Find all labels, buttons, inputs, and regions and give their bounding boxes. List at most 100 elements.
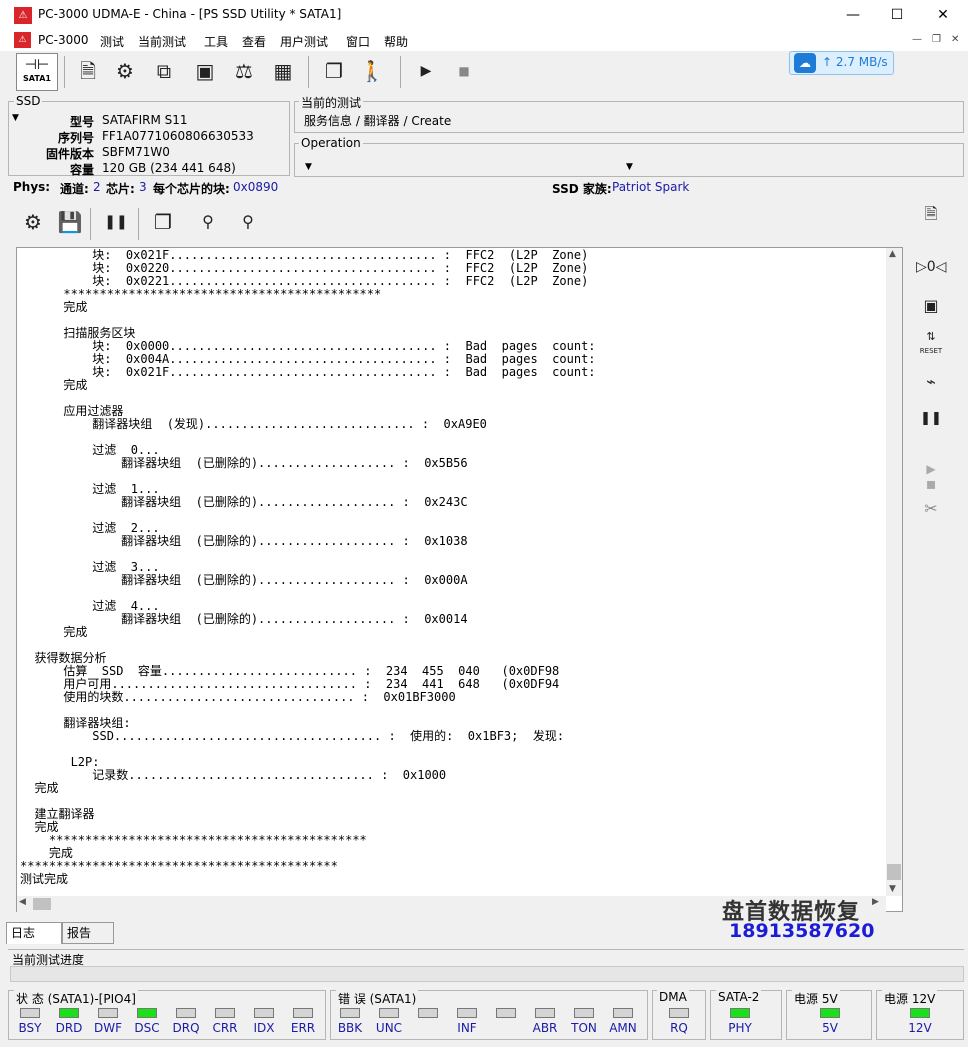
status-led	[496, 1008, 516, 1018]
status-led	[457, 1008, 477, 1018]
scroll-down-icon[interactable]: ▼	[889, 884, 896, 894]
log-line: 块: 0x021F...............................…	[20, 365, 596, 379]
window-title: PC-3000 UDMA-E - China - [PS SSD Utility…	[38, 7, 342, 21]
scroll-right-icon[interactable]: ▶	[872, 897, 879, 907]
status-led	[20, 1008, 40, 1018]
scroll-thumb[interactable]	[887, 864, 901, 880]
log-line: 完成	[20, 625, 88, 639]
log-line: 完成	[20, 781, 59, 795]
drive-id-icon[interactable]: 🗎	[72, 54, 104, 88]
tools-icon[interactable]: ✂	[916, 495, 946, 523]
status-led-label: AMN	[609, 1021, 637, 1035]
toolbar-separator	[64, 56, 65, 88]
status-led-label: DRQ	[172, 1021, 200, 1035]
hscroll-thumb[interactable]	[33, 898, 51, 910]
status-led-label: BSY	[18, 1021, 42, 1035]
scales-icon[interactable]: ⚖	[228, 54, 260, 88]
status-led	[613, 1008, 633, 1018]
menu-test[interactable]: 测试	[100, 33, 124, 50]
mdi-restore-button[interactable]: ❐	[932, 34, 941, 45]
menu-pc3000[interactable]: PC-3000	[38, 33, 88, 47]
maximize-button[interactable]: ☐	[874, 3, 920, 27]
right-pause-icon[interactable]: ❚❚	[916, 405, 946, 433]
status-led	[215, 1008, 235, 1018]
capacity-value: 120 GB (234 441 648)	[102, 161, 236, 175]
log-line: 翻译器块组 (已删除的)................... : 0x1038	[20, 534, 468, 548]
chip-settings-icon[interactable]: ⚙	[109, 54, 141, 88]
status-led-label: BBK	[337, 1021, 363, 1035]
menu-app-icon[interactable]: ⚠	[14, 32, 31, 48]
play-icon[interactable]: ▶	[410, 54, 442, 88]
binoculars-icon[interactable]: ⚲	[192, 205, 224, 239]
log-line: 完成	[20, 300, 88, 314]
ssd-family-label: SSD 家族:	[552, 182, 612, 196]
chip-copy-icon[interactable]: ⧉	[148, 54, 180, 88]
serial-value: FF1A0771060806630533	[102, 129, 254, 143]
status-led	[340, 1008, 360, 1018]
scroll-up-icon[interactable]: ▲	[889, 249, 896, 259]
operation-dropdown-right-icon[interactable]: ▼	[626, 162, 633, 172]
scroll-left-icon[interactable]: ◀	[19, 897, 26, 907]
menu-user-test[interactable]: 用户测试	[280, 33, 328, 50]
grid-table-icon[interactable]: ▦	[267, 54, 299, 88]
chip-map-icon[interactable]: ▣	[189, 54, 221, 88]
current-test-title: 当前的测试	[299, 94, 364, 111]
log-line: 翻译器块组 (发现)............................. …	[20, 417, 487, 431]
power-12v-led	[910, 1008, 930, 1018]
pause-icon[interactable]: ❚❚	[100, 205, 132, 239]
copy-windows-icon[interactable]: ❐	[318, 54, 350, 88]
run-person-icon[interactable]: 🚶	[356, 54, 388, 88]
ssd-family-value: Patriot Spark	[612, 180, 690, 194]
serial-label: 序列号	[57, 131, 94, 145]
status-led	[418, 1008, 438, 1018]
minimize-button[interactable]: —	[830, 3, 876, 27]
binoculars-next-icon[interactable]: ⚲	[232, 205, 264, 239]
vertical-scrollbar[interactable]: ▲ ▼	[886, 248, 902, 896]
log-line: SSD.....................................…	[20, 729, 565, 743]
status-group-title: 状 态 (SATA1)-[PIO4]	[14, 990, 138, 1007]
sata2-group-title: SATA-2	[716, 990, 762, 1004]
menu-window[interactable]: 窗口	[346, 33, 370, 50]
menu-current-test[interactable]: 当前测试	[138, 33, 186, 50]
status-led-label: DRD	[55, 1021, 83, 1035]
menu-help[interactable]: 帮助	[384, 33, 408, 50]
config-gear-icon[interactable]: ⚙	[17, 205, 49, 239]
watermark-phone: 18913587620	[729, 920, 875, 942]
model-label: 型号	[69, 115, 94, 129]
status-led-label: DWF	[93, 1021, 122, 1035]
log-line: 翻译器块组 (已删除的)................... : 0x000A	[20, 573, 468, 587]
firmware-value: SBFM71W0	[102, 145, 170, 159]
power-5v-led	[820, 1008, 840, 1018]
id-card-icon[interactable]: 🗎	[916, 200, 946, 228]
mdi-minimize-button[interactable]: —	[912, 34, 922, 45]
menu-tools[interactable]: 工具	[204, 33, 228, 50]
status-led	[59, 1008, 79, 1018]
status-led	[535, 1008, 555, 1018]
dma-group-title: DMA	[657, 990, 689, 1004]
cloud-icon: ☁	[794, 53, 816, 73]
status-led-label: UNC	[375, 1021, 403, 1035]
close-button[interactable]: ✕	[920, 3, 966, 27]
pc3000-icon[interactable]: ⚠	[14, 7, 32, 24]
menu-view[interactable]: 查看	[242, 33, 266, 50]
power-signal-icon[interactable]: ▷0◁	[916, 253, 946, 281]
tab-report[interactable]: 报告	[62, 922, 114, 944]
chip-icon[interactable]: ▪	[916, 470, 946, 498]
log-line: 记录数.................................. : …	[20, 768, 447, 782]
status-led-label: TON	[571, 1021, 597, 1035]
copy-icon[interactable]: ❐	[147, 205, 179, 239]
progress-bar	[10, 966, 964, 982]
stop-icon[interactable]: ■	[448, 54, 480, 88]
save-drive-icon[interactable]: 💾	[54, 205, 86, 239]
status-led-label: INF	[457, 1021, 477, 1035]
probe-icon[interactable]: ⌁	[916, 368, 946, 396]
sata-port-button[interactable]: ⊣⊢ SATA1	[16, 53, 58, 91]
reset-icon[interactable]: ⇅ RESET	[916, 330, 946, 358]
mdi-close-button[interactable]: ✕	[951, 34, 959, 45]
speed-value: 2.7 MB/s	[835, 55, 888, 69]
operation-dropdown-left-icon[interactable]: ▼	[305, 162, 312, 172]
ssd-group-title: SSD	[14, 94, 43, 108]
toolbar-separator	[400, 56, 401, 88]
tab-log[interactable]: 日志	[6, 922, 62, 944]
board-icon[interactable]: ▣	[916, 292, 946, 320]
